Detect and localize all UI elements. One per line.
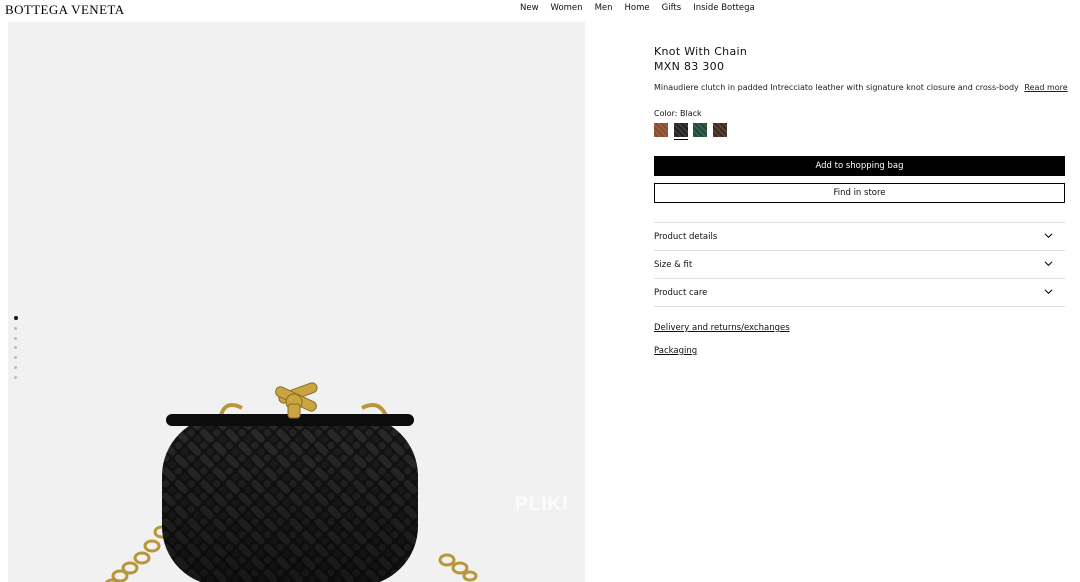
delivery-returns-link[interactable]: Delivery and returns/exchanges — [654, 323, 790, 333]
nav-item-gifts[interactable]: Gifts — [662, 3, 682, 13]
accordion-product-details[interactable]: Product details — [654, 223, 1065, 251]
color-swatch[interactable] — [693, 123, 707, 137]
find-in-store-button[interactable]: Find in store — [654, 183, 1065, 203]
gallery-dot[interactable] — [14, 375, 17, 379]
nav-item-inside-bottega[interactable]: Inside Bottega — [693, 3, 755, 13]
product-image-knot-clutch — [105, 382, 478, 582]
accordion-label: Size & fit — [654, 260, 693, 270]
gallery-dot[interactable] — [14, 365, 17, 369]
color-label: Color: — [654, 109, 678, 118]
product-title: Knot With Chain — [654, 45, 748, 58]
gallery-pagination — [13, 316, 18, 386]
accordion-label: Product details — [654, 232, 718, 242]
color-selector-label: Color: Black — [654, 109, 702, 118]
nav-item-women[interactable]: Women — [551, 3, 583, 13]
color-swatches — [654, 123, 732, 140]
gallery-dot[interactable] — [14, 346, 17, 350]
product-price: MXN 83 300 — [654, 60, 725, 73]
site-header: BOTTEGA VENETA New Women Men Home Gifts … — [0, 0, 1080, 18]
accordion-product-care[interactable]: Product care — [654, 279, 1065, 307]
chevron-down-icon — [1044, 233, 1053, 239]
nav-item-home[interactable]: Home — [625, 3, 650, 13]
nav-item-new[interactable]: New — [520, 3, 539, 13]
gallery-dot[interactable] — [14, 336, 17, 340]
nav-item-men[interactable]: Men — [595, 3, 613, 13]
read-more-link[interactable]: Read more — [1024, 83, 1067, 92]
chevron-down-icon — [1044, 289, 1053, 295]
gallery-dot[interactable] — [14, 356, 17, 360]
color-swatch[interactable] — [712, 123, 727, 137]
gallery-dot[interactable] — [14, 326, 17, 330]
product-description: Minaudiere clutch in padded Intrecciato … — [654, 83, 1068, 92]
color-swatch[interactable] — [673, 123, 688, 140]
product-image-gallery[interactable]: PLIKI — [8, 22, 585, 582]
main-nav: New Women Men Home Gifts Inside Bottega — [520, 3, 767, 13]
accordion-label: Product care — [654, 288, 708, 298]
chevron-down-icon — [1044, 261, 1053, 267]
product-description-text: Minaudiere clutch in padded Intrecciato … — [654, 83, 1019, 92]
brand-logo[interactable]: BOTTEGA VENETA — [5, 2, 125, 18]
gallery-dot[interactable] — [13, 316, 18, 320]
image-watermark: PLIKI — [515, 494, 569, 515]
add-to-bag-button[interactable]: Add to shopping bag — [654, 156, 1065, 176]
packaging-link[interactable]: Packaging — [654, 346, 697, 356]
color-swatch[interactable] — [654, 123, 668, 137]
selected-color-value: Black — [680, 109, 702, 118]
accordion-size-fit[interactable]: Size & fit — [654, 251, 1065, 279]
